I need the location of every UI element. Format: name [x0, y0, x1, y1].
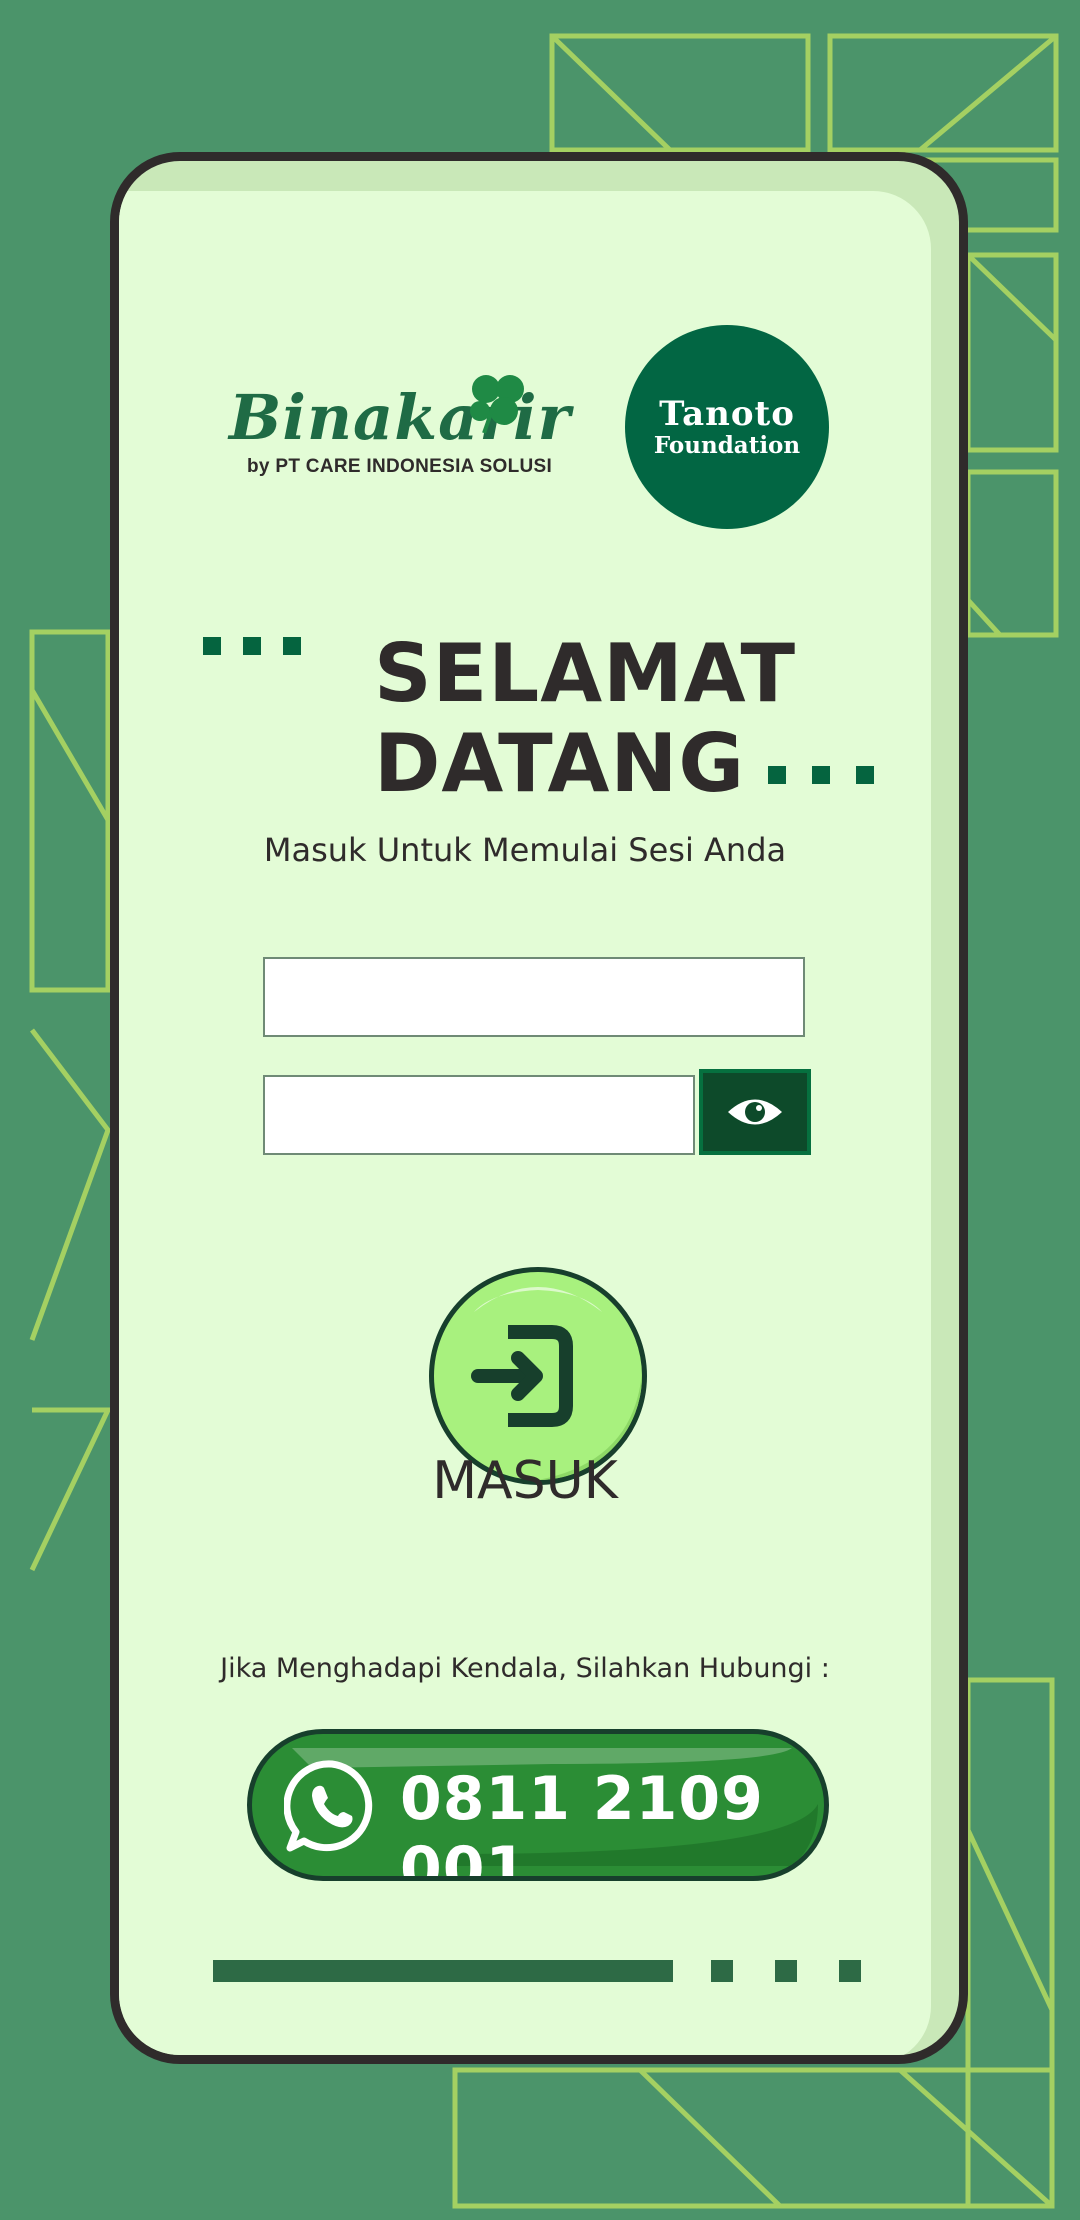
username-input[interactable] [263, 957, 805, 1037]
login-icon [471, 1287, 642, 1480]
decor-square [283, 637, 301, 655]
binakarir-tagline: by PT CARE INDONESIA SOLUSI [247, 456, 553, 477]
bottom-decor-bar [213, 1960, 673, 1982]
bottom-decor-dots [711, 1960, 861, 1982]
whatsapp-icon [284, 1760, 373, 1852]
decor-square [203, 637, 221, 655]
decor-square [856, 766, 874, 784]
decor-square [243, 637, 261, 655]
tanoto-logo-line2: Foundation [653, 432, 801, 459]
whatsapp-contact-button[interactable]: 0811 2109 001 [247, 1729, 829, 1881]
eye-icon [728, 1099, 782, 1125]
phone-frame: Binakarir by PT CARE INDONESIA SOLUSI Ta… [110, 152, 968, 2064]
heading-dots-left [203, 637, 301, 655]
clover-logo-icon [470, 375, 524, 434]
whatsapp-number: 0811 2109 001 [400, 1764, 764, 1881]
login-subtitle: Masuk Untuk Memulai Sesi Anda [263, 831, 787, 869]
decor-square [711, 1960, 733, 1982]
decor-square [775, 1960, 797, 1982]
decor-square [839, 1960, 861, 1982]
tanoto-foundation-logo: Tanoto Foundation [625, 325, 829, 529]
toggle-password-button[interactable] [699, 1069, 811, 1155]
login-label: MASUK [432, 1451, 618, 1511]
decor-square [812, 766, 830, 784]
welcome-heading: SELAMAT DATANG [374, 629, 796, 809]
tanoto-logo-line1: Tanoto [659, 394, 795, 434]
support-help-text: Jika Menghadapi Kendala, Silahkan Hubung… [220, 1653, 830, 1684]
welcome-line1: SELAMAT [374, 627, 797, 720]
login-screen: Binakarir by PT CARE INDONESIA SOLUSI Ta… [119, 191, 931, 2055]
welcome-line2: DATANG [374, 717, 745, 810]
password-input[interactable] [263, 1075, 695, 1155]
